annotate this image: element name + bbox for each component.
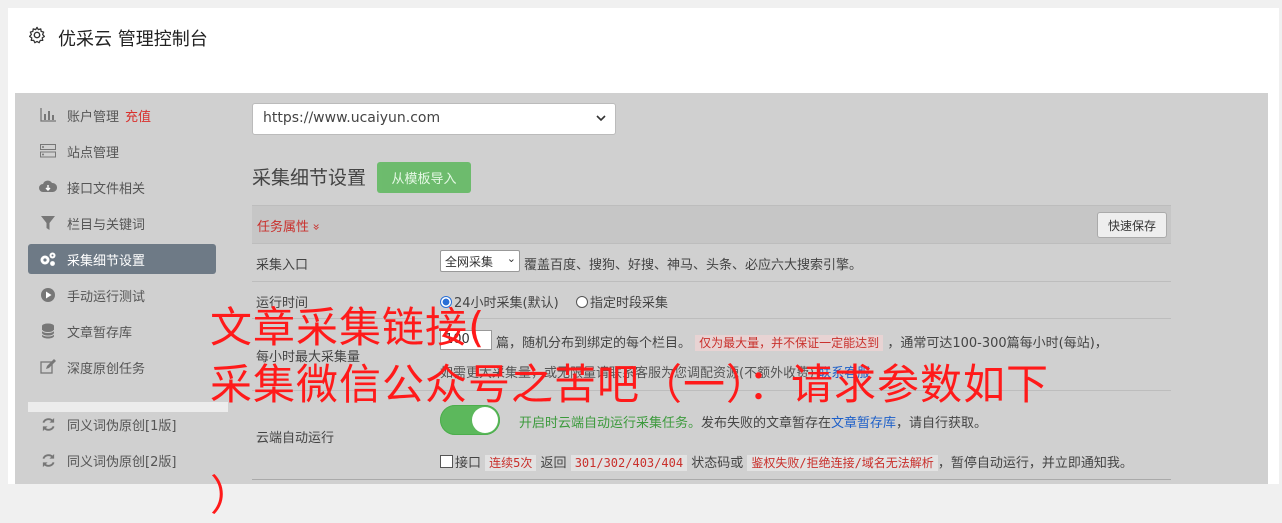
pause-on-error-option[interactable]: 接口 连续5次 返回 301/302/403/404 状态码或 鉴权失败/拒绝连… [440, 452, 1133, 471]
radio-scheduled[interactable]: 指定时段采集 [576, 292, 668, 311]
sidebar-item-columns-keywords[interactable]: 栏目与关键词 [28, 208, 216, 238]
double-chevron-down-icon: » [309, 223, 324, 231]
sidebar-item-synonym-v2[interactable]: 同义词伪原创[2版] [28, 445, 216, 475]
site-select[interactable]: https://www.ucaiyun.com [252, 103, 616, 135]
sidebar-item-deep-original[interactable]: 深度原创任务 [28, 352, 216, 382]
radio-scheduled-control[interactable] [576, 296, 588, 308]
cloud-auto-run-label: 云端自动运行 [256, 431, 335, 446]
filter-icon [39, 214, 57, 232]
gear-icon [28, 26, 46, 44]
task-attributes-header: 任务属性 » 快速保存 [252, 205, 1171, 244]
sidebar-item-label: 同义词伪原创[1版] [67, 418, 177, 434]
play-circle-icon [39, 286, 57, 304]
article-storage-link[interactable]: 文章暂存库 [831, 416, 896, 431]
sidebar-item-label: 同义词伪原创[2版] [67, 454, 177, 470]
pause-on-error-checkbox[interactable] [440, 455, 453, 468]
max-description: 篇，随机分布到绑定的每个栏目。 仅为最大量，并不保证一定能达到 ，通常可达100… [496, 335, 1108, 351]
site-select-value: https://www.ucaiyun.com [263, 110, 441, 126]
entry-label: 采集入口 [256, 258, 309, 273]
task-attributes-toggle[interactable]: 任务属性 » [257, 216, 324, 235]
entry-description: 覆盖百度、搜狗、好搜、神马、头条、必应六大搜索引擎。 [524, 258, 863, 273]
section-title: 采集细节设置 [252, 167, 367, 189]
sidebar-item-manual-run[interactable]: 手动运行测试 [28, 280, 216, 310]
sidebar-item-sites[interactable]: 站点管理 [28, 136, 216, 166]
sidebar-item-label: 账户管理 [67, 109, 120, 125]
cloud-auto-run-description: 开启时云端自动运行采集任务。发布失败的文章暂存在文章暂存库，请自行获取。 [519, 416, 988, 431]
database-icon [39, 322, 57, 340]
edit-icon [39, 358, 57, 376]
sidebar-item-account[interactable]: 账户管理 充值 [28, 100, 216, 130]
entry-select[interactable]: 全网采集 ⌄ [440, 250, 520, 272]
page-title: 优采云 管理控制台 [58, 29, 208, 50]
refresh-icon [39, 451, 57, 469]
sidebar-item-label: 手动运行测试 [67, 289, 146, 305]
sidebar-item-label: 站点管理 [67, 145, 120, 161]
quick-save-button[interactable]: 快速保存 [1097, 212, 1167, 238]
sidebar-item-collect-settings[interactable]: 采集细节设置 [28, 244, 216, 274]
row-divider [252, 479, 1171, 480]
cogs-icon [39, 250, 57, 268]
chevron-down-icon [595, 112, 607, 128]
bar-chart-icon [39, 106, 57, 124]
sidebar-item-synonym-v1[interactable]: 同义词伪原创[1版] [28, 409, 216, 439]
watermark-line-3: ） [210, 471, 254, 520]
import-template-button[interactable]: 从模板导入 [377, 162, 471, 193]
watermark-line-2: 采集微信公众号之苦吧（一）：请求参数如下 [210, 360, 1050, 409]
sidebar-item-label: 文章暂存库 [67, 325, 133, 341]
cloud-download-icon [39, 178, 57, 196]
sidebar-item-article-storage[interactable]: 文章暂存库 [28, 316, 216, 346]
row-divider [252, 281, 1171, 282]
recharge-link[interactable]: 充值 [125, 106, 151, 125]
sidebar-item-label: 深度原创任务 [67, 361, 146, 377]
sidebar-item-label: 采集细节设置 [67, 253, 146, 269]
server-icon [39, 142, 57, 160]
refresh-icon [39, 415, 57, 433]
chevron-down-icon: ⌄ [506, 252, 516, 265]
watermark-line-1: 文章采集链接( [210, 303, 486, 352]
sidebar-item-label: 栏目与关键词 [67, 217, 146, 233]
sidebar-item-interface[interactable]: 接口文件相关 [28, 172, 216, 202]
top-bar: 优采云 管理控制台 [8, 8, 1279, 75]
sidebar-item-label: 接口文件相关 [67, 181, 146, 197]
